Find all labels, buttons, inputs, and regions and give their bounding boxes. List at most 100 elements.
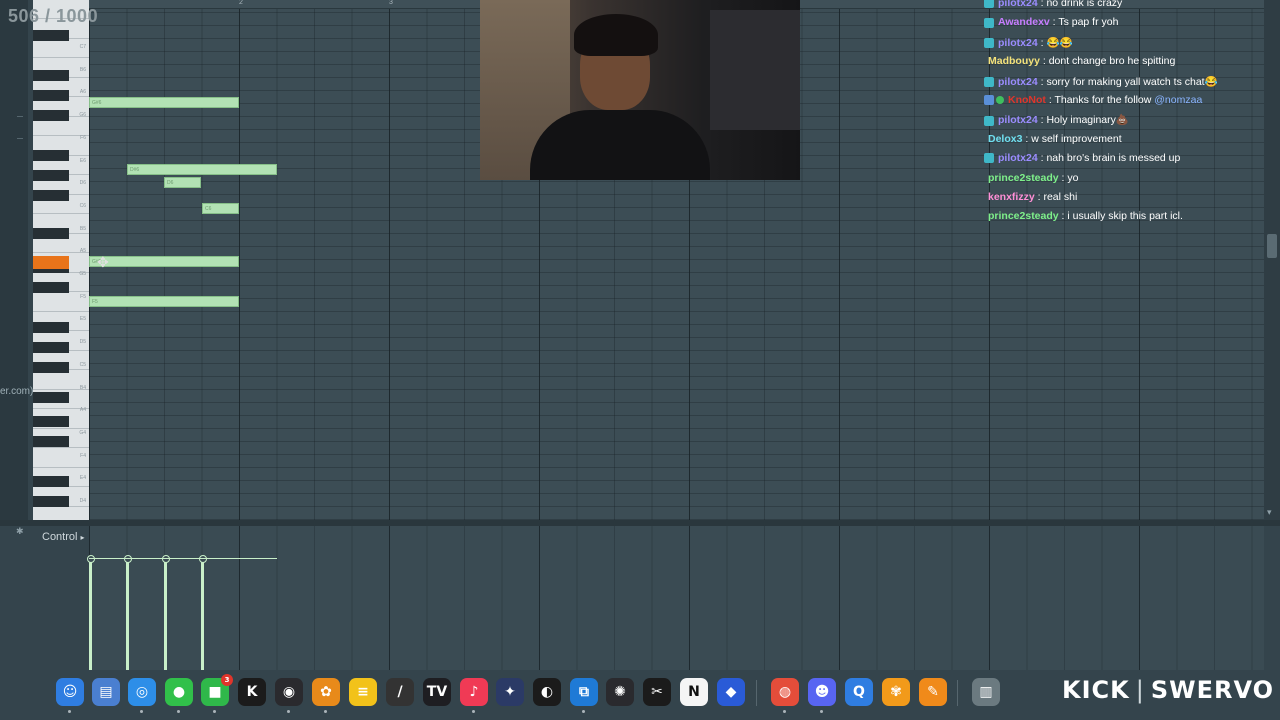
quicktime-icon[interactable]: Q <box>845 678 873 706</box>
fl-studio-icon-glyph: ✿ <box>320 684 332 700</box>
midi-note[interactable]: F5 <box>89 296 239 307</box>
chat-text: Holy imaginary💩 <box>1046 114 1129 127</box>
fl-studio-icon[interactable]: ✿ <box>312 678 340 706</box>
black-key[interactable] <box>33 228 69 239</box>
safari-icon[interactable]: ◎ <box>128 678 156 706</box>
chatgpt-icon-glyph: ✺ <box>614 684 626 700</box>
velocity-handle[interactable] <box>162 555 170 563</box>
black-key[interactable] <box>33 150 69 161</box>
midi-note[interactable]: G#5 <box>89 256 239 267</box>
white-key[interactable] <box>33 507 89 520</box>
chat-username[interactable]: kenxfizzy <box>988 191 1035 203</box>
black-key[interactable] <box>33 362 69 373</box>
davinci-icon[interactable]: ✦ <box>496 678 524 706</box>
chat-username[interactable]: pilotx24 <box>998 76 1038 88</box>
watermark-swervo: SWERVO <box>1150 676 1275 704</box>
black-key[interactable] <box>33 476 69 487</box>
notion-icon[interactable]: N <box>680 678 708 706</box>
roblox-icon[interactable]: ◆ <box>717 678 745 706</box>
subscriber-badge-icon <box>984 0 994 9</box>
control-label[interactable]: Control ▸ <box>42 531 85 543</box>
velocity-handle[interactable] <box>124 555 132 563</box>
black-key[interactable] <box>33 342 69 353</box>
velocity-bar[interactable] <box>89 560 92 670</box>
chat-text: Ts pap fr yoh <box>1058 16 1119 29</box>
subscriber-badge-icon <box>984 76 994 87</box>
chat-username[interactable]: KnoNot <box>1008 94 1046 106</box>
black-key[interactable] <box>33 436 69 447</box>
black-key[interactable] <box>33 416 69 427</box>
scroll-down-icon[interactable]: ▾ <box>1267 507 1272 518</box>
running-indicator <box>68 710 71 713</box>
chat-username[interactable]: pilotx24 <box>998 0 1038 9</box>
subscriber-badge-icon <box>984 153 994 164</box>
watermark-kick: KICK <box>1062 676 1130 704</box>
midi-note[interactable]: D#6 <box>127 164 277 175</box>
vertical-scrollbar[interactable]: ▾ <box>1264 0 1280 520</box>
black-key[interactable] <box>33 392 69 403</box>
music-icon[interactable]: ♪ <box>460 678 488 706</box>
chat-username[interactable]: Madbouyy <box>988 55 1040 67</box>
chatgpt-icon[interactable]: ✺ <box>606 678 634 706</box>
black-key[interactable] <box>33 170 69 181</box>
chat-username[interactable]: Delox3 <box>988 133 1022 145</box>
chat-mention[interactable]: @nomzaa <box>1154 94 1202 106</box>
chat-text: sorry for making yall watch ts chat😂 <box>1046 75 1218 88</box>
kick-icon[interactable]: K <box>238 678 266 706</box>
discord-icon[interactable]: ☻ <box>808 678 836 706</box>
control-grid[interactable] <box>87 526 1264 670</box>
velocity-handle[interactable] <box>87 555 95 563</box>
black-key[interactable] <box>33 496 69 507</box>
chat-username[interactable]: pilotx24 <box>998 37 1038 49</box>
chat-text: 😂😂 <box>1046 36 1073 49</box>
pen-icon[interactable]: / <box>386 678 414 706</box>
quicktime-icon-glyph: Q <box>853 684 865 700</box>
capcut-icon[interactable]: ✂ <box>643 678 671 706</box>
chat-username[interactable]: prince2steady <box>988 210 1059 222</box>
capcut-icon-glyph: ✂ <box>651 684 663 700</box>
black-key[interactable] <box>33 30 69 41</box>
obs-icon[interactable]: ◉ <box>275 678 303 706</box>
black-key[interactable] <box>33 110 69 121</box>
chrome-icon[interactable]: ◍ <box>771 678 799 706</box>
black-key[interactable] <box>33 322 69 333</box>
chat-username[interactable]: pilotx24 <box>998 114 1038 126</box>
key-label: E6 <box>79 157 86 164</box>
vscode-icon-glyph: ⧉ <box>579 684 589 700</box>
star-icon[interactable]: ✱ <box>16 526 24 537</box>
velocity-handle[interactable] <box>199 555 207 563</box>
notes-icon[interactable]: ≡ <box>349 678 377 706</box>
midi-note[interactable]: D6 <box>164 177 201 188</box>
messages-icon[interactable]: ● <box>165 678 193 706</box>
velocity-bar[interactable] <box>201 560 204 670</box>
chat-message: pilotx24 : Holy imaginary💩 <box>984 113 1129 126</box>
tradingview-icon[interactable]: TV <box>423 678 451 706</box>
github-icon[interactable]: ◐ <box>533 678 561 706</box>
chat-text: nah bro's brain is messed up <box>1046 152 1181 165</box>
trash-icon[interactable]: ▥ <box>972 678 1000 706</box>
black-key[interactable] <box>33 282 69 293</box>
vscode-icon[interactable]: ⧉ <box>570 678 598 706</box>
black-key[interactable] <box>33 190 69 201</box>
pages-icon[interactable]: ✎ <box>919 678 947 706</box>
chat-username[interactable]: prince2steady <box>988 172 1059 184</box>
finder-icon[interactable]: ☺ <box>56 678 84 706</box>
chat-username[interactable]: Awandexv <box>998 16 1050 28</box>
velocity-bar[interactable] <box>126 560 129 670</box>
running-indicator <box>820 710 823 713</box>
verified-badge-icon <box>996 96 1004 105</box>
facetime-icon[interactable]: ■ 3 <box>201 674 233 706</box>
velocity-bar[interactable] <box>164 560 167 670</box>
chat-text: real shi <box>1043 191 1078 203</box>
piano-keyboard[interactable]: C7 B6 A6 G6 F6 E6 D6 C6 B5 A5 G5 F5 E5 D5 C5 B4 A4 G4 F4 E4… <box>33 0 89 520</box>
key-label: D6 <box>79 180 86 187</box>
midi-note[interactable]: C6 <box>202 203 239 214</box>
midi-note[interactable]: G#6 <box>89 97 239 108</box>
preview-icon[interactable]: ▤ <box>92 678 120 706</box>
photos-icon[interactable]: ✾ <box>882 678 910 706</box>
highlighted-key[interactable] <box>33 256 69 269</box>
chat-username[interactable]: pilotx24 <box>998 152 1038 164</box>
black-key[interactable] <box>33 70 69 81</box>
black-key[interactable] <box>33 90 69 101</box>
scrollbar-thumb[interactable] <box>1267 234 1277 258</box>
